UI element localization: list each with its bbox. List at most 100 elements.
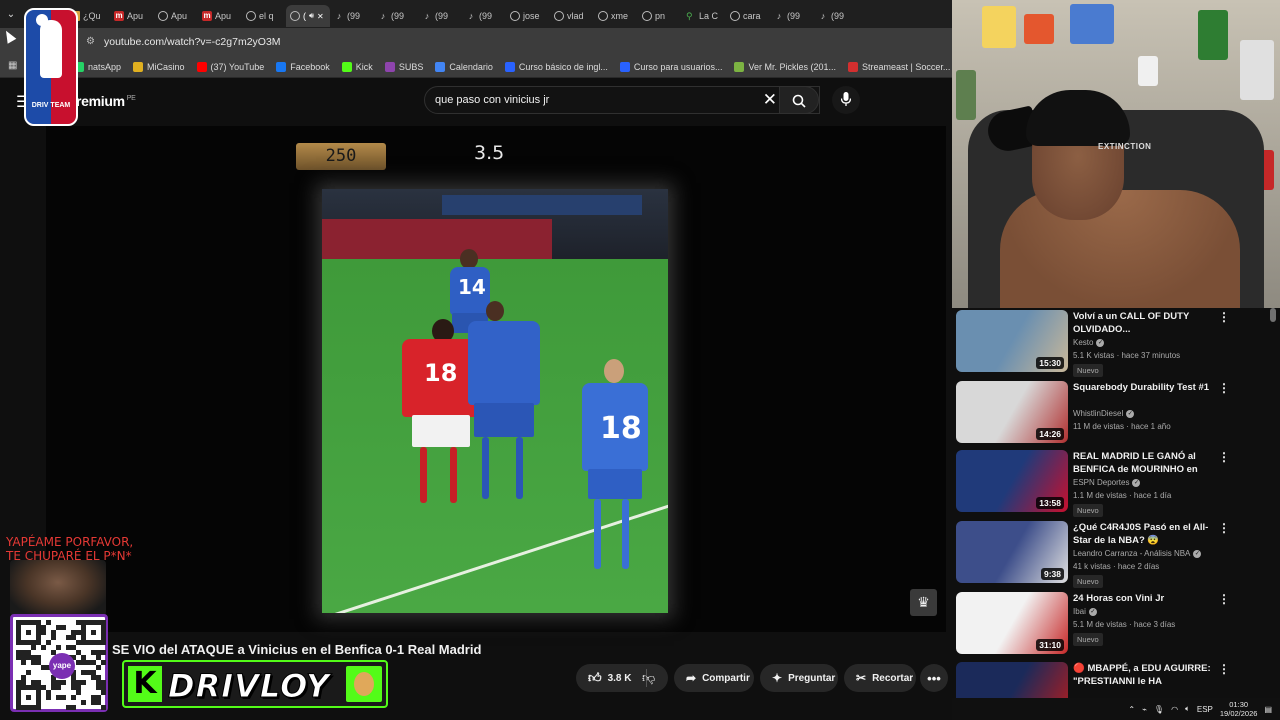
bookmark-item[interactable]: Calendario bbox=[435, 61, 493, 72]
streamer-body bbox=[1000, 190, 1240, 308]
video-thumbnail[interactable]: 15:30 bbox=[956, 310, 1068, 372]
chevron-up-icon[interactable]: ⌃ bbox=[1128, 705, 1135, 714]
wifi-icon[interactable]: ◠ bbox=[1171, 705, 1178, 714]
browser-tab[interactable]: pn bbox=[638, 5, 682, 27]
browser-tab[interactable]: el q bbox=[242, 5, 286, 27]
donation-message: YAPÉAME PORFAVOR, TE CHUPARÉ EL P*N* bbox=[6, 535, 133, 563]
channel-name[interactable]: Leandro Carranza - Análisis NBA ✓ bbox=[1073, 549, 1202, 558]
recommended-video-title[interactable]: Squarebody Durability Test #1 bbox=[1073, 381, 1211, 394]
language-indicator[interactable]: ESP bbox=[1197, 705, 1213, 714]
tab-audio-icon[interactable]: 🔊︎ bbox=[309, 11, 314, 21]
browser-tab[interactable]: ♪ (99 bbox=[814, 5, 858, 27]
video-thumbnail[interactable]: 9:38 bbox=[956, 521, 1068, 583]
video-thumbnail[interactable]: 13:58 bbox=[956, 450, 1068, 512]
browser-tab[interactable]: vlad bbox=[550, 5, 594, 27]
bookmark-item[interactable]: SUBS bbox=[384, 61, 423, 72]
close-icon[interactable]: ✕ bbox=[763, 90, 777, 110]
recommended-video[interactable]: 31:10 24 Horas con Vini Jr Ibai ✓ 5.1 M de v… bbox=[956, 592, 1274, 656]
voice-search-button[interactable] bbox=[832, 86, 860, 114]
recommended-video-title[interactable]: REAL MADRID LE GANÓ al BENFICA de MOURIN… bbox=[1073, 450, 1211, 476]
apps-grid-icon[interactable]: ▦ bbox=[8, 60, 17, 71]
recommended-video[interactable]: 13:58 REAL MADRID LE GANÓ al BENFICA de M… bbox=[956, 450, 1274, 517]
streamer-thumbnail bbox=[10, 560, 106, 616]
clock-time: 01:30 bbox=[1229, 700, 1249, 709]
recommended-video[interactable]: 🔴 MBAPPÉ, a EDU AGUIRRE: "PRESTIANNI le … bbox=[956, 662, 1274, 700]
bookmark-item[interactable]: Facebook bbox=[276, 61, 330, 72]
more-actions-button[interactable]: ••• bbox=[920, 664, 948, 692]
more-vertical-icon[interactable]: ⋮ bbox=[1218, 662, 1230, 676]
more-vertical-icon[interactable]: ⋮ bbox=[1218, 521, 1230, 535]
recommended-video-title[interactable]: ¿Qué C4R4J0S Pasó en el All-Star de la N… bbox=[1073, 521, 1211, 547]
browser-tab[interactable]: ♪ (99 bbox=[330, 5, 374, 27]
browser-tab[interactable]: ♪ (99 bbox=[418, 5, 462, 27]
bookmark-item[interactable]: Streameast | Soccer... bbox=[847, 61, 950, 72]
browser-tab[interactable]: m Apu bbox=[198, 5, 242, 27]
youtube-premium-logo[interactable]: remium PE bbox=[76, 93, 136, 109]
browser-tab[interactable]: Apu bbox=[154, 5, 198, 27]
browser-tab[interactable]: ♪ (99 bbox=[374, 5, 418, 27]
channel-name[interactable]: Kesto ✓ bbox=[1073, 338, 1105, 347]
bookmark-item[interactable]: natsApp bbox=[74, 61, 121, 72]
channel-name-text: Ibai bbox=[1073, 607, 1086, 616]
network-icon[interactable]: ⌁ bbox=[1142, 705, 1147, 714]
share-button[interactable]: ➦ Compartir bbox=[674, 664, 754, 692]
browser-tab[interactable]: m Apu bbox=[110, 5, 154, 27]
site-info-icon[interactable]: ⚙ bbox=[86, 36, 95, 47]
search-input[interactable]: que paso con vinicius jr bbox=[435, 94, 549, 106]
tiktok-icon: ♪ bbox=[820, 11, 826, 21]
notifications-icon[interactable]: ▤ bbox=[1264, 705, 1272, 714]
nba-team-logo: DRIV TEAM bbox=[24, 8, 78, 126]
browser-tab[interactable]: (🔊︎ ✕ bbox=[286, 5, 330, 27]
player-blue-center bbox=[464, 301, 544, 511]
browser-tab[interactable]: jose bbox=[506, 5, 550, 27]
browser-tab[interactable]: cara bbox=[726, 5, 770, 27]
more-vertical-icon[interactable]: ⋮ bbox=[1218, 381, 1230, 395]
tab-label: jose bbox=[523, 11, 540, 21]
bookmark-item[interactable]: Curso básico de ingl... bbox=[504, 61, 608, 72]
recommended-video-title[interactable]: Volví a un CALL OF DUTY OLVIDADO... bbox=[1073, 310, 1211, 336]
player-leg bbox=[420, 447, 427, 503]
search-box[interactable]: que paso con vinicius jr ✕ bbox=[424, 86, 820, 114]
recommended-video-title[interactable]: 🔴 MBAPPÉ, a EDU AGUIRRE: "PRESTIANNI le … bbox=[1073, 662, 1211, 688]
video-thumbnail[interactable]: 14:26 bbox=[956, 381, 1068, 443]
scissors-icon: ✂ bbox=[856, 671, 867, 685]
channel-watermark-icon[interactable]: ♛ bbox=[910, 589, 937, 616]
channel-name[interactable]: ESPN Deportes ✓ bbox=[1073, 478, 1141, 487]
recommended-video-title[interactable]: 24 Horas con Vini Jr bbox=[1073, 592, 1211, 605]
globe-icon bbox=[642, 11, 652, 21]
video-thumbnail[interactable]: 31:10 bbox=[956, 592, 1068, 654]
tab-search-chevron-icon[interactable]: ⌄ bbox=[0, 0, 22, 28]
video-meta: 11 M de vistas · hace 1 año bbox=[1073, 422, 1171, 431]
recommended-video[interactable]: 14:26 Squarebody Durability Test #1 Whistl… bbox=[956, 381, 1274, 445]
bookmark-item[interactable]: Ver Mr. Pickles (201... bbox=[734, 61, 836, 72]
search-button[interactable] bbox=[779, 86, 819, 114]
qr-module bbox=[41, 645, 46, 650]
more-vertical-icon[interactable]: ⋮ bbox=[1218, 450, 1230, 464]
jersey-number: 18 bbox=[600, 411, 642, 446]
video-thumbnail[interactable] bbox=[956, 662, 1068, 700]
recommended-video[interactable]: 9:38 ¿Qué C4R4J0S Pasó en el All-Star de … bbox=[956, 521, 1274, 588]
more-vertical-icon[interactable]: ⋮ bbox=[1218, 310, 1230, 324]
channel-name[interactable]: Ibai ✓ bbox=[1073, 607, 1097, 616]
browser-tab[interactable]: ⚲ La C bbox=[682, 5, 726, 27]
tab-close-icon[interactable]: ✕ bbox=[317, 12, 324, 21]
ask-button[interactable]: ✦ Preguntar bbox=[760, 664, 838, 692]
thumbs-down-icon[interactable]: 👎︎ bbox=[642, 670, 655, 686]
clock[interactable]: 01:30 19/02/2026 bbox=[1220, 700, 1258, 718]
recommended-video[interactable]: 15:30 Volví a un CALL OF DUTY OLVIDADO...… bbox=[956, 310, 1274, 377]
browser-tab[interactable]: ♪ (99 bbox=[462, 5, 506, 27]
bookmark-item[interactable]: MiCasino bbox=[133, 61, 185, 72]
wall-poster bbox=[1240, 40, 1274, 100]
microphone-tray-icon[interactable]: 🎙︎ bbox=[1154, 705, 1164, 714]
volume-icon[interactable]: 🔈︎ bbox=[1185, 704, 1190, 714]
bookmark-item[interactable]: Curso para usuarios... bbox=[619, 61, 722, 72]
scrollbar-thumb[interactable] bbox=[1270, 308, 1276, 322]
more-vertical-icon[interactable]: ⋮ bbox=[1218, 592, 1230, 606]
bookmark-item[interactable]: (37) YouTube bbox=[196, 61, 264, 72]
bookmark-item[interactable]: Kick bbox=[341, 61, 373, 72]
browser-tab[interactable]: ♪ (99 bbox=[770, 5, 814, 27]
url-field[interactable]: youtube.com/watch?v=-c2g7m2yO3M bbox=[104, 36, 281, 48]
channel-name[interactable]: WhistlinDiesel ✓ bbox=[1073, 409, 1135, 418]
clip-button[interactable]: ✂ Recortar bbox=[844, 664, 916, 692]
browser-tab[interactable]: xme bbox=[594, 5, 638, 27]
